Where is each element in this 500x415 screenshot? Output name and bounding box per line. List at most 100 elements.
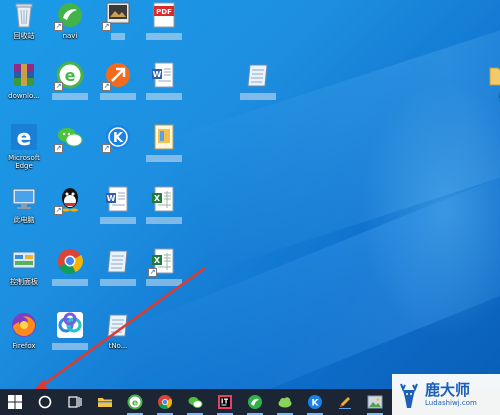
- desktop-icon-wechat[interactable]: ↗: [46, 122, 94, 162]
- taskbar-image-viewer[interactable]: [360, 389, 390, 415]
- blurred-label: [100, 217, 136, 224]
- search-circle-icon: [38, 395, 52, 409]
- document-icon: W: [149, 60, 179, 90]
- desktop-icon-label: navi: [62, 32, 78, 40]
- green-app-icon: [248, 395, 262, 409]
- blue-app-icon: [55, 310, 85, 340]
- blurred-label: [111, 33, 125, 40]
- watermark-title: 鹿大师: [425, 381, 471, 399]
- taskbar-kugou[interactable]: K: [300, 389, 330, 415]
- desktop-icon-folder[interactable]: jr: [478, 60, 500, 100]
- desktop-icon-notepad[interactable]: [94, 246, 142, 286]
- svg-text:W: W: [107, 194, 116, 203]
- desktop-icon-text-note[interactable]: tNo...: [94, 310, 142, 350]
- svg-text:e: e: [17, 126, 32, 151]
- svg-text:e: e: [132, 399, 138, 409]
- pdf-icon: PDF: [149, 0, 179, 30]
- desktop-icon-green-browser[interactable]: e ↗: [46, 60, 94, 100]
- shortcut-arrow-icon: ↗: [102, 22, 111, 31]
- winrar-icon: [9, 60, 39, 90]
- edge-icon: e: [9, 122, 39, 152]
- taskbar-wechat[interactable]: [180, 389, 210, 415]
- watermark-url: Ludashiwj.com: [425, 399, 477, 407]
- desktop-icon-label: downlo...: [8, 92, 40, 100]
- desktop-icon-pdf[interactable]: PDF: [140, 0, 188, 40]
- desktop-icon-document[interactable]: W: [94, 184, 142, 224]
- desktop-icon-microsoft-edge[interactable]: e Microsoft Edge: [0, 122, 48, 170]
- start-button[interactable]: [0, 389, 30, 415]
- taskbar-file-explorer[interactable]: [90, 389, 120, 415]
- desktop-icon-winrar[interactable]: downlo...: [0, 60, 48, 100]
- desktop-icon-document[interactable]: W: [140, 60, 188, 100]
- desktop-icon-navicat[interactable]: ↗ navi: [46, 0, 94, 40]
- svg-text:W: W: [153, 70, 162, 79]
- svg-text:X: X: [154, 256, 161, 265]
- desktop-icon-notepad[interactable]: [234, 60, 282, 100]
- desktop-icon-qq[interactable]: ↗: [46, 184, 94, 224]
- kugou-icon: K: [308, 395, 322, 409]
- blurred-label: [52, 93, 88, 100]
- document-icon: W: [103, 184, 133, 214]
- file-explorer-icon: [98, 398, 112, 407]
- wallpaper-glow: [360, 80, 500, 340]
- blurred-label: [146, 155, 182, 162]
- chrome-icon: [55, 246, 85, 276]
- desktop-icon-label: [46, 216, 94, 224]
- shortcut-arrow-icon: ↗: [54, 22, 63, 31]
- desktop-icon-image-file[interactable]: ↗: [94, 0, 142, 40]
- folder-icon: [487, 60, 500, 90]
- blurred-label: [240, 93, 276, 100]
- taskbar-cloud-app[interactable]: [270, 389, 300, 415]
- blurred-label: [146, 33, 182, 40]
- desktop-icon-this-pc[interactable]: 此电脑: [0, 184, 48, 224]
- svg-text:K: K: [113, 131, 124, 146]
- file-icon: [149, 122, 179, 152]
- desktop-icon-label: 控制面板: [10, 278, 38, 286]
- shortcut-arrow-icon: ↗: [54, 206, 63, 215]
- kugou-icon: K ↗: [102, 122, 133, 153]
- desktop-icon-label: jr: [478, 92, 500, 100]
- taskbar-chrome[interactable]: [150, 389, 180, 415]
- desktop-icon-chrome[interactable]: [46, 246, 94, 286]
- desktop-icon-kugou[interactable]: K ↗: [94, 122, 142, 162]
- shortcut-arrow-icon: ↗: [102, 82, 111, 91]
- taskbar-edit-app[interactable]: [330, 389, 360, 415]
- recycle-bin-icon: [9, 0, 39, 30]
- desktop-icon-blue-app[interactable]: [46, 310, 94, 350]
- blurred-label: [146, 217, 182, 224]
- desktop-icon-recycle-bin[interactable]: 回收站: [0, 0, 48, 40]
- navicat-icon: ↗: [54, 0, 85, 31]
- desktop-icon-excel[interactable]: X ↗: [140, 246, 188, 286]
- search-button[interactable]: [30, 389, 60, 415]
- task-view-button[interactable]: [60, 389, 90, 415]
- desktop: 回收站 downlo... e Microsoft Edge 此电脑 控制面板 …: [0, 0, 500, 389]
- green-browser-icon: e: [127, 394, 143, 410]
- desktop-icon-control-panel[interactable]: 控制面板: [0, 246, 48, 286]
- control-panel-icon: [9, 246, 39, 276]
- desktop-icon-orange-app[interactable]: ↗: [94, 60, 142, 100]
- blurred-label: [100, 93, 136, 100]
- blurred-label: [100, 279, 136, 286]
- taskbar-green-browser[interactable]: e: [120, 389, 150, 415]
- windows-start-icon: [8, 395, 22, 409]
- notepad-icon: [103, 246, 133, 276]
- desktop-icon-label: Firefox: [12, 342, 36, 350]
- image-file-icon: ↗: [102, 0, 133, 31]
- watermark: 鹿大师 Ludashiwj.com: [392, 374, 500, 415]
- desktop-icon-file[interactable]: [140, 122, 188, 162]
- image-viewer-icon: [367, 395, 383, 409]
- orange-app-icon: ↗: [102, 60, 133, 91]
- qq-icon: ↗: [54, 184, 85, 215]
- taskbar-green-app[interactable]: [240, 389, 270, 415]
- wechat-icon: ↗: [54, 122, 85, 153]
- desktop-icon-firefox[interactable]: Firefox: [0, 310, 48, 350]
- taskbar-intellij[interactable]: [210, 389, 240, 415]
- task-view-icon: [68, 396, 82, 408]
- notepad-icon: [243, 60, 273, 90]
- shortcut-arrow-icon: ↗: [54, 144, 63, 153]
- desktop-icon-excel[interactable]: X: [140, 184, 188, 224]
- pdf-text: PDF: [156, 8, 172, 16]
- green-browser-icon: e ↗: [54, 60, 85, 91]
- chrome-icon: [158, 395, 173, 409]
- blurred-label: [146, 279, 182, 286]
